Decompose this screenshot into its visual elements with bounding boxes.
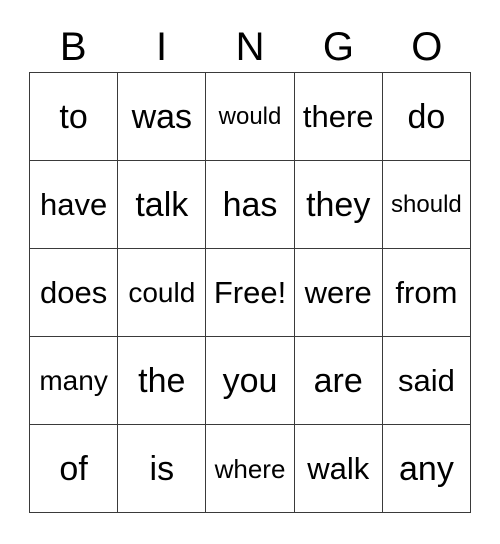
bingo-cell-label: where bbox=[214, 453, 286, 484]
bingo-cell-label: should bbox=[391, 190, 462, 218]
bingo-cell-label: does bbox=[39, 275, 108, 310]
bingo-card: B I N G O to was would there do have tal… bbox=[0, 0, 500, 544]
bingo-cell[interactable]: said bbox=[382, 337, 472, 425]
bingo-cell-label: walk bbox=[307, 451, 370, 486]
bingo-header-letter-g: G bbox=[322, 25, 354, 69]
bingo-cell[interactable]: have bbox=[30, 161, 119, 249]
bingo-cell[interactable]: do bbox=[382, 73, 472, 161]
bingo-header-row: B I N G O bbox=[29, 22, 471, 72]
bingo-row: have talk has they should bbox=[30, 161, 472, 249]
bingo-cell[interactable]: many bbox=[30, 337, 119, 425]
bingo-cell-label: would bbox=[218, 102, 282, 130]
bingo-cell[interactable]: of bbox=[30, 425, 119, 513]
bingo-cell-label: to bbox=[59, 97, 88, 136]
bingo-header-letter-i: I bbox=[156, 25, 168, 69]
bingo-cell-label: was bbox=[131, 97, 193, 136]
bingo-cell-label: the bbox=[138, 361, 186, 400]
bingo-cell[interactable]: they bbox=[294, 161, 383, 249]
bingo-cell[interactable]: has bbox=[206, 161, 295, 249]
bingo-free-space-label: Free! bbox=[213, 275, 287, 310]
bingo-cell-label: they bbox=[306, 185, 371, 224]
bingo-row: of is where walk any bbox=[30, 425, 472, 513]
bingo-cell-label: is bbox=[149, 449, 175, 488]
bingo-cell-label: do bbox=[407, 97, 446, 136]
bingo-cell[interactable]: to bbox=[30, 73, 119, 161]
bingo-cell-label: there bbox=[302, 99, 374, 134]
bingo-cell-label: said bbox=[397, 363, 455, 398]
bingo-cell-label: many bbox=[39, 364, 108, 396]
bingo-header-letter-o: O bbox=[411, 25, 443, 69]
bingo-row: many the you are said bbox=[30, 337, 472, 425]
bingo-cell[interactable]: you bbox=[206, 337, 295, 425]
bingo-cell-label: any bbox=[399, 449, 454, 488]
bingo-cell[interactable]: the bbox=[118, 337, 207, 425]
bingo-row: to was would there do bbox=[30, 73, 472, 161]
bingo-cell[interactable]: should bbox=[382, 161, 472, 249]
bingo-cell[interactable]: could bbox=[118, 249, 207, 337]
bingo-free-space-cell[interactable]: Free! bbox=[206, 249, 295, 337]
bingo-cell-label: you bbox=[222, 361, 278, 400]
bingo-header-letter-b: B bbox=[59, 25, 87, 69]
bingo-cell[interactable]: talk bbox=[118, 161, 207, 249]
bingo-cell-label: talk bbox=[135, 185, 189, 224]
bingo-header-letter-n: N bbox=[235, 25, 265, 69]
bingo-cell[interactable]: there bbox=[294, 73, 383, 161]
bingo-cell[interactable]: where bbox=[206, 425, 295, 513]
bingo-cell[interactable]: was bbox=[118, 73, 207, 161]
bingo-cell[interactable]: any bbox=[382, 425, 472, 513]
bingo-cell[interactable]: walk bbox=[294, 425, 383, 513]
bingo-grid: to was would there do have talk has they… bbox=[29, 72, 472, 513]
bingo-cell-label: has bbox=[222, 185, 278, 224]
bingo-cell[interactable]: does bbox=[30, 249, 119, 337]
bingo-cell-label: have bbox=[39, 187, 108, 222]
bingo-cell[interactable]: from bbox=[382, 249, 472, 337]
bingo-cell-label: could bbox=[128, 276, 196, 308]
bingo-cell-label: of bbox=[59, 449, 88, 488]
bingo-cell[interactable]: would bbox=[206, 73, 295, 161]
bingo-cell[interactable]: is bbox=[118, 425, 207, 513]
bingo-cell-label: were bbox=[304, 275, 372, 310]
bingo-cell-label: from bbox=[395, 275, 458, 310]
bingo-row: does could Free! were from bbox=[30, 249, 472, 337]
bingo-cell-label: are bbox=[313, 361, 363, 400]
bingo-cell[interactable]: are bbox=[294, 337, 383, 425]
bingo-cell[interactable]: were bbox=[294, 249, 383, 337]
